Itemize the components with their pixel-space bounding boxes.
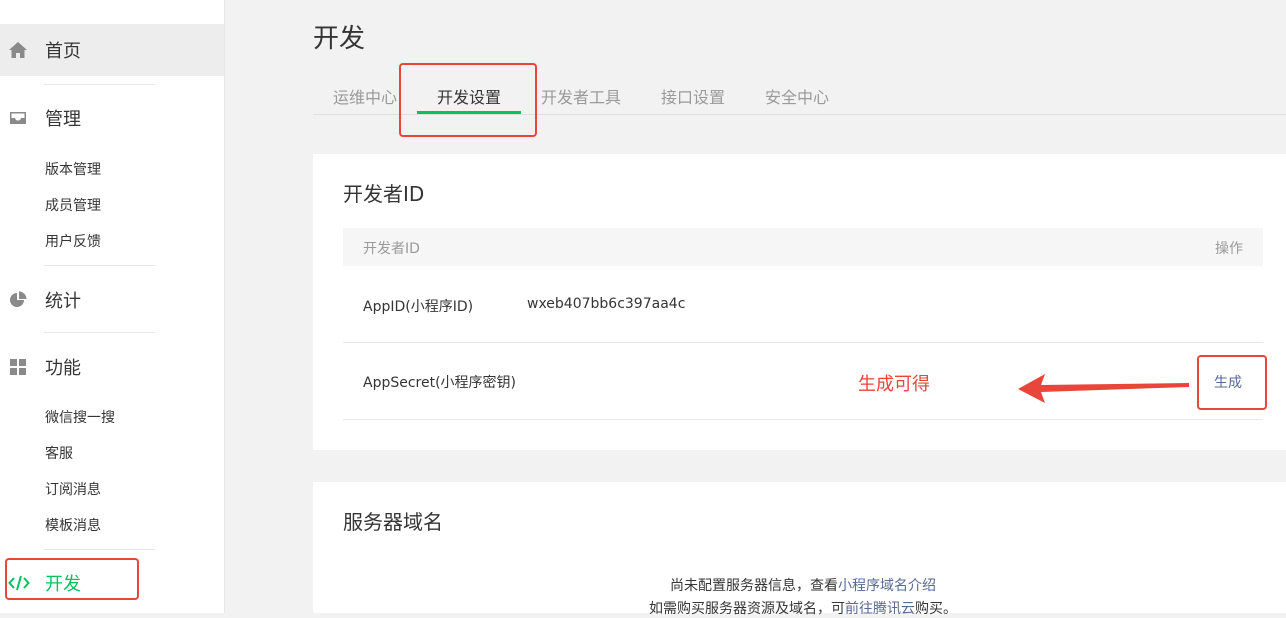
pie-chart-icon	[8, 290, 28, 310]
divider	[44, 84, 155, 85]
sidebar: 首页 管理 版本管理 成员管理 用户反馈 统计 功能 微信搜一搜 客服 订阅消息…	[0, 0, 225, 613]
home-icon	[8, 40, 28, 60]
column-header: 开发者ID	[363, 241, 420, 257]
sidebar-subitem-members[interactable]: 成员管理	[45, 195, 101, 215]
tab-ops[interactable]: 运维中心	[333, 84, 397, 108]
divider	[44, 265, 155, 266]
annotation-box-generate	[1197, 355, 1267, 410]
domain-note-line1: 尚未配置服务器信息，查看小程序域名介绍	[670, 575, 936, 595]
annotation-box-sidebar	[5, 558, 139, 600]
annotation-text: 生成可得	[858, 374, 930, 395]
appid-label: AppID(小程序ID)	[363, 299, 474, 315]
tab-api-settings[interactable]: 接口设置	[661, 84, 725, 108]
annotation-box-tab	[399, 63, 537, 137]
sidebar-subitem-version[interactable]: 版本管理	[45, 159, 101, 179]
sidebar-subitem-subscribe[interactable]: 订阅消息	[45, 479, 101, 499]
card-title: 服务器域名	[343, 510, 443, 534]
domain-note-line2: 如需购买服务器资源及域名，可前往腾讯云购买。	[649, 598, 957, 618]
sidebar-item-stats[interactable]: 统计	[0, 274, 224, 326]
grid-icon	[8, 357, 28, 377]
sidebar-item-label: 统计	[45, 291, 81, 312]
sidebar-subitem-service[interactable]: 客服	[45, 443, 73, 463]
server-domain-card: 服务器域名 尚未配置服务器信息，查看小程序域名介绍 如需购买服务器资源及域名，可…	[313, 482, 1286, 617]
tab-security[interactable]: 安全中心	[765, 84, 829, 108]
tencent-cloud-link[interactable]: 前往腾讯云	[845, 601, 915, 617]
page-title: 开发	[313, 24, 366, 54]
sidebar-item-manage[interactable]: 管理	[0, 92, 224, 144]
domain-intro-link[interactable]: 小程序域名介绍	[838, 578, 936, 594]
inbox-icon	[8, 108, 28, 128]
appsecret-label: AppSecret(小程序密钥)	[363, 375, 517, 391]
divider	[44, 549, 155, 550]
tab-dev-tools[interactable]: 开发者工具	[541, 84, 621, 108]
appid-value: wxeb407bb6c397aa4c	[527, 296, 686, 312]
sidebar-subitem-template[interactable]: 模板消息	[45, 515, 101, 535]
sidebar-subitem-search[interactable]: 微信搜一搜	[45, 407, 115, 427]
sidebar-item-label: 功能	[45, 358, 81, 379]
sidebar-item-label: 首页	[45, 41, 81, 62]
note-text: 如需购买服务器资源及域名，可	[649, 601, 845, 617]
sidebar-item-features[interactable]: 功能	[0, 341, 224, 393]
sidebar-item-label: 管理	[45, 109, 81, 130]
sidebar-item-home[interactable]: 首页	[0, 24, 224, 76]
table-row: AppID(小程序ID) wxeb407bb6c397aa4c	[343, 266, 1263, 343]
divider	[44, 332, 155, 333]
note-text: 购买。	[915, 601, 957, 617]
card-title: 开发者ID	[343, 182, 425, 206]
sidebar-subitem-feedback[interactable]: 用户反馈	[45, 231, 101, 251]
table-header: 开发者ID 操作	[343, 228, 1263, 266]
column-header: 操作	[1215, 241, 1243, 257]
annotation-arrow-icon	[1018, 374, 1189, 403]
note-text: 尚未配置服务器信息，查看	[670, 578, 838, 594]
